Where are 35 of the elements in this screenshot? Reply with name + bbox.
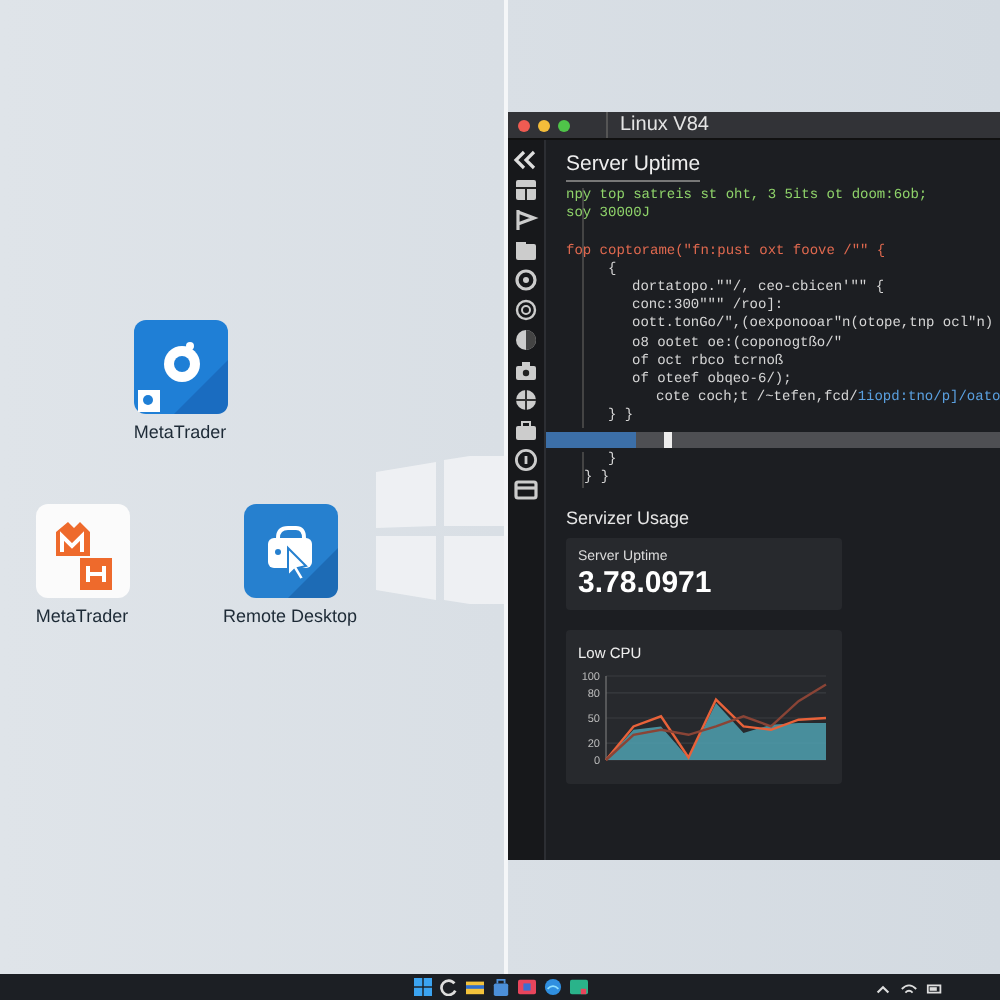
- app-icon[interactable]: [517, 978, 535, 996]
- window-title: Linux V84: [606, 112, 709, 138]
- section-title: Servizer Usage: [566, 508, 690, 529]
- page-heading: Server Uptime: [566, 152, 701, 182]
- chevron-icon[interactable]: [512, 146, 540, 174]
- wifi-icon[interactable]: [900, 980, 918, 998]
- app-label[interactable]: MetaTrader: [35, 606, 129, 626]
- folder-icon[interactable]: [512, 236, 540, 264]
- close-button[interactable]: [518, 119, 530, 131]
- disc-icon[interactable]: [512, 326, 540, 354]
- scrollbar-fill: [546, 431, 637, 448]
- minimize-button[interactable]: [538, 119, 550, 131]
- folder-icon[interactable]: [465, 978, 483, 996]
- scrollbar-thumb[interactable]: [664, 431, 673, 448]
- app-label[interactable]: Remote Desktop: [222, 606, 358, 626]
- camera-icon[interactable]: [512, 356, 540, 384]
- app-icon[interactable]: [569, 978, 587, 996]
- y-axis: [605, 675, 607, 761]
- flag-icon[interactable]: [512, 206, 540, 234]
- caret-up-icon[interactable]: [874, 980, 892, 998]
- app-icon[interactable]: [133, 320, 227, 414]
- circle-icon[interactable]: [512, 296, 540, 324]
- maximize-button[interactable]: [558, 119, 570, 131]
- info-icon[interactable]: [512, 446, 540, 474]
- refresh-icon[interactable]: [439, 978, 457, 996]
- app-label[interactable]: MetaTrader: [133, 422, 227, 442]
- start-icon[interactable]: [413, 978, 431, 996]
- store-icon[interactable]: [491, 978, 509, 996]
- briefcase-icon[interactable]: [512, 416, 540, 444]
- stat-value: 3.78.0971: [578, 566, 714, 601]
- grid-icon[interactable]: [512, 176, 540, 204]
- app-icon[interactable]: [35, 504, 129, 598]
- window-icon[interactable]: [512, 476, 540, 504]
- battery-icon[interactable]: [926, 980, 944, 998]
- app-icon[interactable]: [243, 504, 337, 598]
